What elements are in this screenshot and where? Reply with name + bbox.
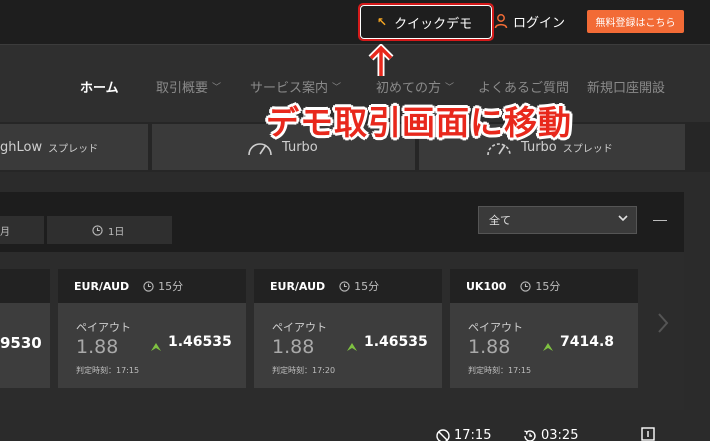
- tab-highlow-label: ghLow: [0, 139, 43, 155]
- payout-value: 1.88: [76, 336, 119, 358]
- chevron-down-icon: ﹀: [445, 83, 455, 93]
- tab-period-month-label: 月: [0, 226, 10, 238]
- chevron-right-icon[interactable]: [655, 312, 671, 334]
- tab-period-1day-label: 1日: [108, 226, 125, 238]
- remaining-time-value: 03:25: [541, 428, 579, 441]
- nav-open-account-label: 新規口座開設: [587, 81, 666, 96]
- card-symbol: EUR/AUD: [270, 279, 326, 293]
- login-label: ログイン: [513, 15, 566, 31]
- card-duration: 15分: [158, 280, 184, 293]
- card-header: EUR/AUD 15分: [254, 269, 442, 303]
- login-link[interactable]: ログイン: [494, 10, 565, 32]
- quick-demo-label: クイックデモ: [394, 16, 473, 32]
- annotation-callout: デモ取引画面に移動: [266, 103, 572, 142]
- card-price: 1.46535: [364, 334, 428, 350]
- partial-card-price: 9530: [0, 334, 42, 352]
- clock-icon: [92, 224, 103, 236]
- close-time-value: 17:15: [454, 428, 492, 441]
- nav-home-label: ホーム: [80, 81, 119, 96]
- asset-card[interactable]: EUR/AUD 15分 ペイアウト 1.88 1.46535 判定時刻：17:2…: [254, 269, 442, 388]
- card-price: 7414.8: [560, 334, 615, 350]
- nav-home[interactable]: ホーム: [80, 77, 119, 96]
- clock-icon: [339, 280, 350, 292]
- tab-period-month[interactable]: 月: [0, 216, 44, 244]
- tab-highlow-spread[interactable]: ghLow スプレッド: [0, 124, 148, 170]
- up-arrow-icon: [347, 343, 357, 351]
- asset-card[interactable]: EUR/AUD 15分 ペイアウト 1.88 1.46535 判定時刻：17:1…: [58, 269, 246, 388]
- up-arrow-icon: [151, 343, 161, 351]
- quick-demo-button[interactable]: ↖ クイックデモ: [360, 5, 492, 39]
- payout-label: ペイアウト: [272, 321, 327, 334]
- nav-open-account[interactable]: 新規口座開設: [587, 77, 665, 96]
- clock-icon: [143, 280, 154, 292]
- chevron-down-icon: ﹀: [212, 83, 222, 93]
- bookmark-icon: [641, 427, 655, 441]
- no-entry-clock-icon: [436, 428, 450, 441]
- remaining-time: 03:25: [523, 428, 578, 441]
- payout-label: ペイアウト: [76, 321, 131, 334]
- asset-filter-value: 全て: [489, 214, 511, 227]
- trading-board: 月 1日 全て EUR/AUD 15分 ペイアウト 1.88 1.46535 判…: [0, 192, 684, 441]
- expiry-time: 判定時刻：17:15: [468, 366, 532, 375]
- card-symbol: UK100: [466, 279, 507, 293]
- register-button[interactable]: 無料登録はこちら: [587, 10, 684, 33]
- expiry-time: 判定時刻：17:15: [76, 366, 140, 375]
- countdown-icon: [524, 429, 536, 441]
- collapse-icon[interactable]: [653, 220, 667, 221]
- asset-card-partial[interactable]: [0, 269, 50, 388]
- annotation-up-arrow-icon: [368, 44, 394, 76]
- card-symbol: EUR/AUD: [74, 279, 130, 293]
- card-header: EUR/AUD 15分: [58, 269, 246, 303]
- nav-faq-label: よくあるご質問: [478, 81, 570, 96]
- close-time: 17:15: [436, 428, 491, 441]
- asset-card-strip: EUR/AUD 15分 ペイアウト 1.88 1.46535 判定時刻：17:1…: [0, 252, 684, 410]
- expiry-time: 判定時刻：17:20: [272, 366, 336, 375]
- asset-card[interactable]: UK100 15分 ペイアウト 1.88 7414.8 判定時刻：17:15: [450, 269, 638, 388]
- payout-label: ペイアウト: [468, 321, 523, 334]
- nav-faq[interactable]: よくあるご質問: [478, 77, 569, 96]
- card-duration: 15分: [354, 280, 380, 293]
- card-duration: 15分: [535, 280, 561, 293]
- page-edge: [684, 192, 710, 441]
- bottom-status-bar: 17:15 03:25: [0, 410, 684, 441]
- card-header: UK100 15分: [450, 269, 638, 303]
- payout-value: 1.88: [272, 336, 315, 358]
- tab-highlow-sub: スプレッド: [48, 143, 99, 155]
- card-price: 1.46535: [168, 334, 232, 350]
- payout-value: 1.88: [468, 336, 511, 358]
- card-header: [0, 269, 50, 303]
- nav-trade-overview-label: 取引概要: [156, 81, 209, 96]
- asset-filter-select[interactable]: 全て: [478, 206, 637, 234]
- user-icon: [494, 14, 508, 29]
- nav-trade-overview[interactable]: 取引概要 ﹀: [156, 77, 221, 96]
- arrow-up-left-icon: ↖: [377, 15, 388, 29]
- chevron-down-icon: ﹀: [332, 83, 342, 93]
- up-arrow-icon: [543, 343, 553, 351]
- chevron-down-icon: [618, 215, 628, 222]
- nav-services-label: サービス案内: [250, 81, 329, 96]
- nav-services[interactable]: サービス案内 ﹀: [250, 77, 341, 96]
- nav-beginners-label: 初めての方: [376, 81, 442, 96]
- clock-icon: [520, 280, 532, 292]
- nav-beginners[interactable]: 初めての方 ﹀: [376, 77, 454, 96]
- tab-period-1day[interactable]: 1日: [47, 216, 172, 244]
- info-button[interactable]: [640, 426, 660, 441]
